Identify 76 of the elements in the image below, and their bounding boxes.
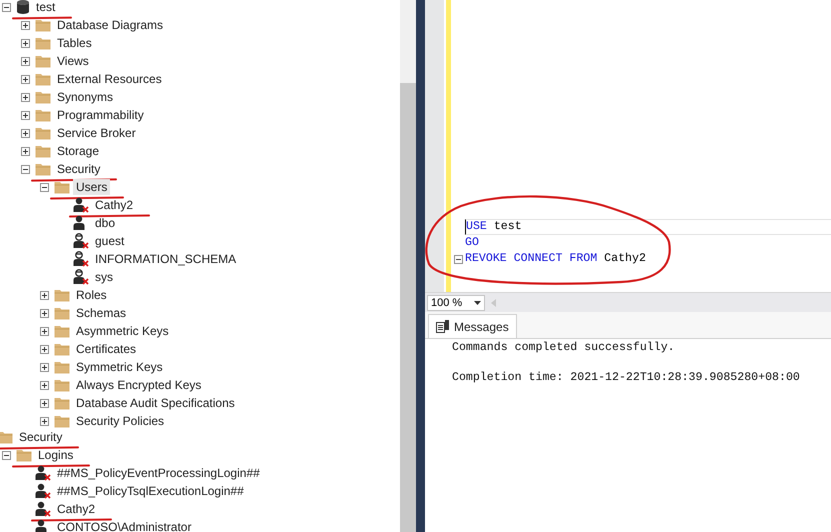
tree-item[interactable]: Programmability [54, 107, 147, 123]
messages-tab[interactable]: Messages [428, 314, 517, 338]
expand-icon[interactable] [40, 326, 49, 336]
expand-icon[interactable] [40, 380, 49, 390]
scrollbar[interactable] [400, 0, 416, 532]
tree-item[interactable]: Logins [35, 447, 76, 463]
expand-icon[interactable] [40, 344, 49, 354]
code-line: GO [465, 235, 480, 251]
expand-icon[interactable] [40, 362, 49, 372]
folder-icon [35, 54, 51, 68]
expand-icon[interactable] [21, 38, 30, 48]
tree-item[interactable]: CONTOSO\Administrator [54, 519, 194, 532]
tree-item[interactable]: Users [73, 179, 110, 195]
tree-item[interactable]: Asymmetric Keys [73, 323, 172, 339]
tree-item[interactable]: Symmetric Keys [73, 359, 166, 375]
folder-icon [54, 342, 70, 356]
tree-item[interactable]: Database Audit Specifications [73, 395, 238, 411]
collapse-icon[interactable] [454, 254, 462, 264]
folder-icon [54, 378, 70, 392]
folder-icon [54, 396, 70, 410]
expand-icon[interactable] [21, 20, 30, 30]
tree-item[interactable]: Database Diagrams [54, 17, 166, 33]
tree-item[interactable]: Schemas [73, 305, 130, 321]
folder-icon [35, 108, 51, 122]
caret-icon [474, 300, 481, 304]
tree-item[interactable]: Storage [54, 143, 102, 159]
message-text: Completion time: 2021-12-22T10:28:39.9085280+08:00 [452, 370, 801, 385]
expand-icon[interactable] [21, 128, 30, 138]
document-icon [436, 320, 449, 333]
expand-icon[interactable] [40, 398, 49, 408]
folder-icon [35, 162, 51, 176]
folder-icon [54, 288, 70, 302]
expand-icon[interactable] [21, 146, 30, 156]
folder-icon [54, 180, 70, 194]
expand-icon[interactable] [21, 74, 30, 84]
folder-icon [54, 414, 70, 428]
expand-icon[interactable] [40, 308, 49, 318]
tree-item[interactable]: Security Policies [73, 413, 168, 429]
tree-item[interactable]: test [33, 0, 58, 15]
expand-icon[interactable] [21, 92, 30, 102]
tree-item[interactable]: dbo [92, 215, 118, 231]
expand-icon[interactable] [21, 110, 30, 120]
collapse-icon[interactable] [2, 450, 11, 460]
folder-icon [16, 448, 32, 462]
expand-icon[interactable] [40, 290, 49, 300]
folder-icon [35, 90, 51, 104]
folder-icon [35, 18, 51, 32]
folder-icon [54, 360, 70, 374]
folder-icon [35, 36, 51, 50]
collapse-icon[interactable] [2, 2, 11, 12]
code-line: USE test [465, 219, 831, 235]
tree-item[interactable]: Security [16, 429, 66, 445]
tree-item[interactable]: Service Broker [54, 125, 139, 141]
folder-icon [0, 430, 13, 444]
collapse-icon[interactable] [21, 164, 30, 174]
expand-icon[interactable] [21, 56, 30, 66]
scrollbar-thumb[interactable] [400, 83, 416, 532]
database-icon [16, 0, 30, 15]
message-text: Commands completed successfully. [452, 340, 676, 355]
folder-icon [54, 306, 70, 320]
folder-icon [35, 144, 51, 158]
expand-icon[interactable] [40, 416, 49, 426]
zoom-dropdown[interactable]: 100 % [427, 294, 485, 310]
tree-item[interactable]: Security [54, 161, 104, 177]
tree-item[interactable]: Roles [73, 287, 110, 303]
tree-item[interactable]: Certificates [73, 341, 140, 357]
collapse-icon[interactable] [40, 182, 49, 192]
tree-item[interactable]: Synonyms [54, 89, 116, 105]
folder-icon [35, 126, 51, 140]
tree-item[interactable]: Views [54, 53, 92, 69]
folder-icon [35, 72, 51, 86]
tree-item[interactable]: Tables [54, 35, 95, 51]
tree-item[interactable]: External Resources [54, 71, 165, 87]
tree-item[interactable]: Always Encrypted Keys [73, 377, 204, 393]
code-line: REVOKE CONNECT FROM Cathy2 [465, 251, 647, 267]
folder-icon [54, 324, 70, 338]
